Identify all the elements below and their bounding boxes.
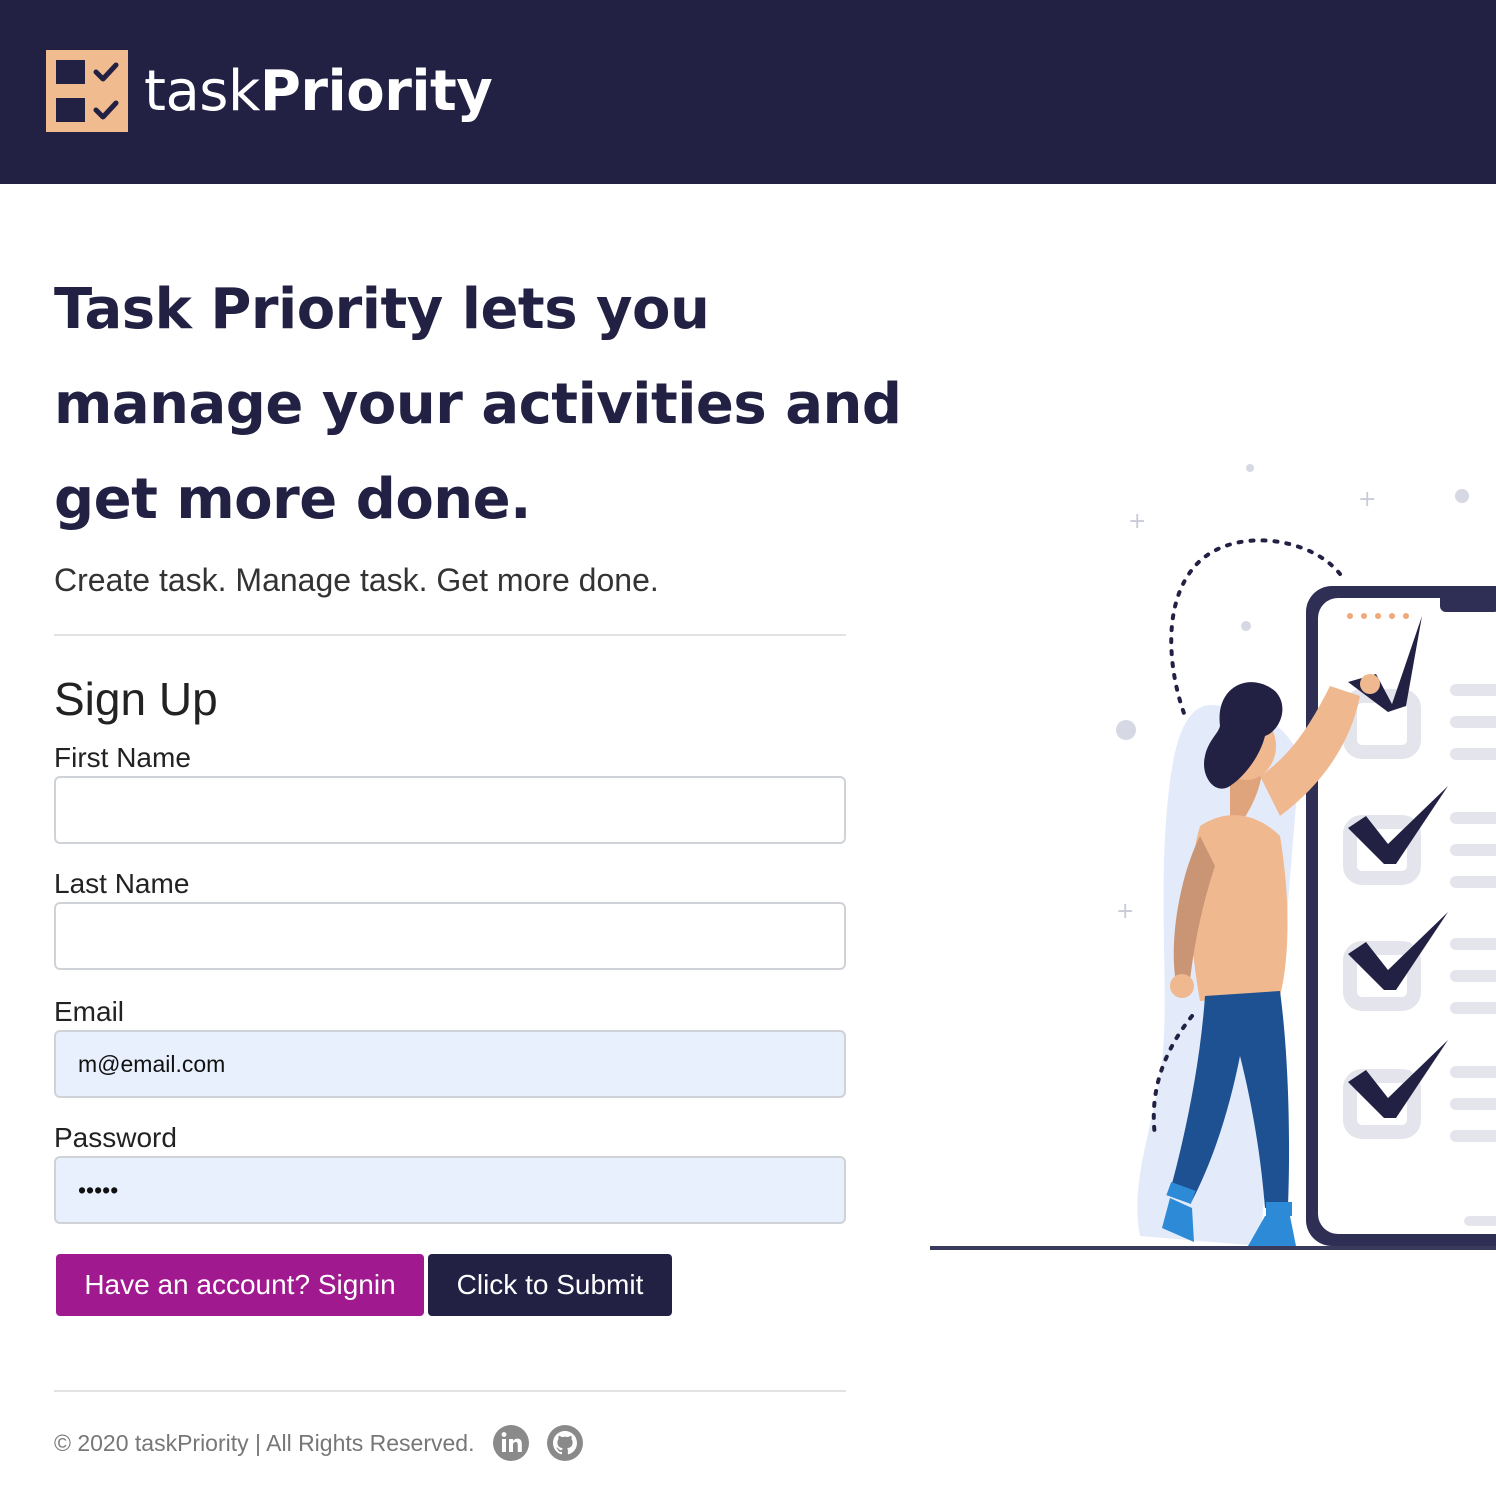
first-name-group: First Name	[54, 740, 846, 844]
password-input[interactable]: •••••	[54, 1156, 846, 1224]
task-checklist-illustration: + + +	[930, 464, 1496, 1250]
signin-button[interactable]: Have an account? Signin	[56, 1254, 424, 1316]
svg-text:+: +	[1128, 509, 1146, 534]
footer-divider	[54, 1390, 846, 1392]
email-input[interactable]: m@email.com	[54, 1030, 846, 1098]
brand-link[interactable]: taskPriority	[46, 50, 493, 132]
footer: © 2020 taskPriority | All Rights Reserve…	[54, 1418, 584, 1468]
github-icon[interactable]	[546, 1424, 584, 1462]
last-name-input[interactable]	[54, 902, 846, 970]
first-name-input[interactable]	[54, 776, 846, 844]
hero-subtitle: Create task. Manage task. Get more done.	[54, 562, 659, 598]
brand-name: taskPriority	[144, 58, 493, 124]
submit-button[interactable]: Click to Submit	[428, 1254, 672, 1316]
hero-title: Task Priority lets you manage your activ…	[54, 277, 902, 532]
password-label: Password	[54, 1122, 177, 1153]
last-name-label: Last Name	[54, 868, 190, 899]
top-navbar: taskPriority	[0, 0, 1496, 184]
copyright-text: © 2020 taskPriority | All Rights Reserve…	[54, 1429, 475, 1456]
last-name-group: Last Name	[54, 866, 846, 970]
first-name-label: First Name	[54, 742, 191, 773]
form-title: Sign Up	[54, 673, 218, 725]
email-label: Email	[54, 996, 125, 1027]
brand-name-light: task	[144, 58, 260, 124]
email-group: Email m@email.com	[54, 994, 846, 1098]
brand-name-bold: Priority	[259, 58, 493, 124]
linkedin-icon[interactable]	[492, 1424, 530, 1462]
password-group: Password •••••	[54, 1120, 846, 1224]
svg-text:+: +	[1116, 899, 1134, 924]
checklist-logo-icon	[46, 50, 128, 132]
svg-text:+: +	[1358, 487, 1376, 512]
divider	[54, 634, 846, 636]
